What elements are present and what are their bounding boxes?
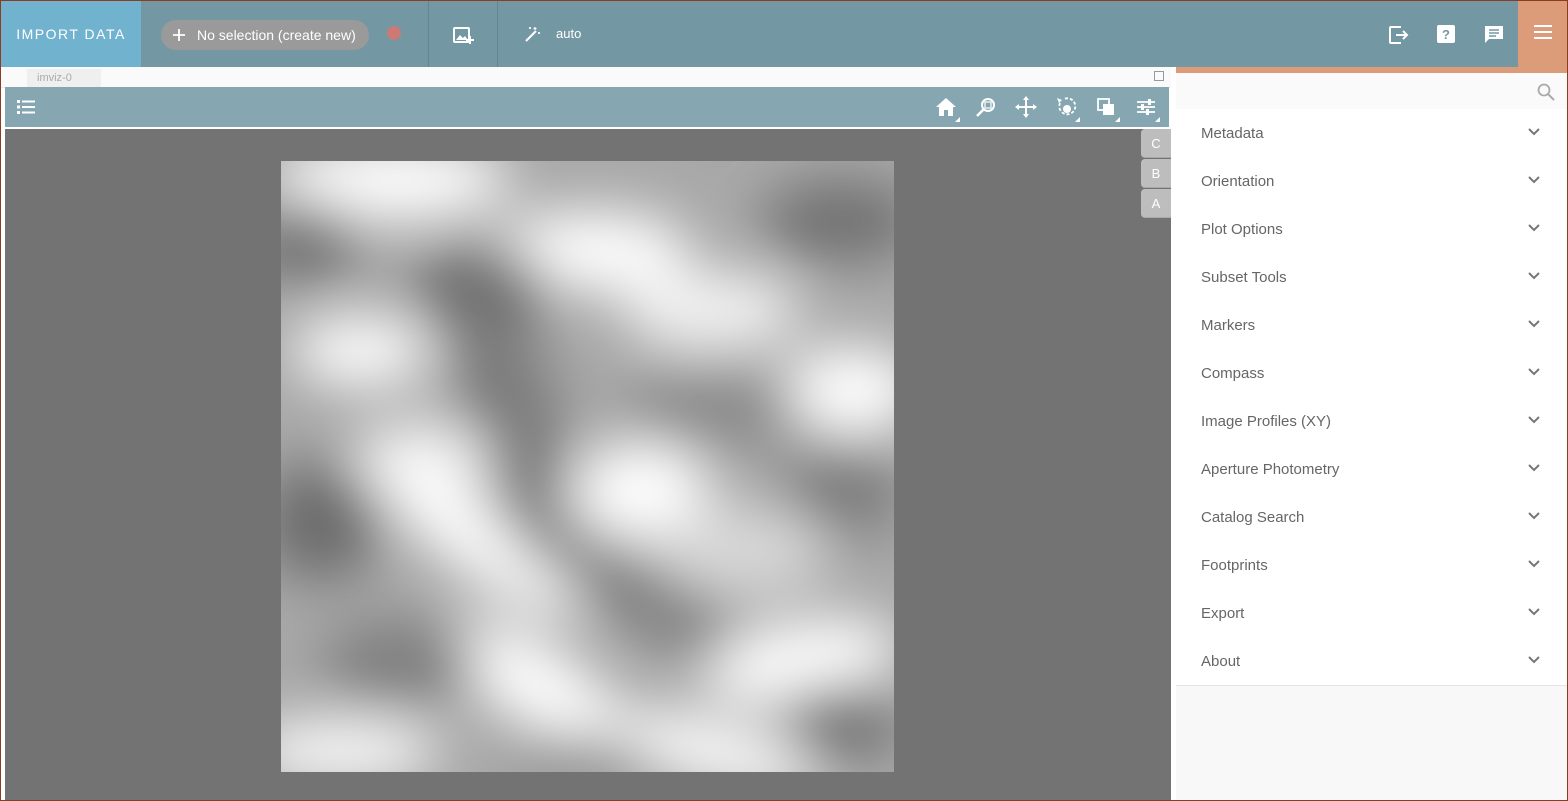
plugin-label: Compass bbox=[1201, 364, 1265, 382]
chevron-down-icon[interactable] bbox=[1527, 172, 1541, 190]
help-icon[interactable]: ? bbox=[1435, 23, 1457, 45]
data-selection-chip[interactable]: No selection (create new) bbox=[161, 20, 369, 50]
plugin-label: About bbox=[1201, 652, 1241, 670]
zoom-box-icon[interactable] bbox=[969, 87, 1003, 127]
layer-a-button[interactable]: A bbox=[1141, 189, 1171, 218]
pan-icon[interactable] bbox=[1009, 87, 1043, 127]
layers-icon[interactable] bbox=[1089, 87, 1123, 127]
plugin-search-input[interactable] bbox=[1176, 73, 1567, 109]
chevron-down-icon[interactable] bbox=[1527, 652, 1541, 670]
chevron-down-icon[interactable] bbox=[1527, 220, 1541, 238]
magic-wand-icon[interactable] bbox=[522, 25, 542, 45]
search-icon[interactable] bbox=[1537, 83, 1555, 106]
menu-icon bbox=[1533, 24, 1553, 45]
plugin-row[interactable]: About bbox=[1176, 637, 1567, 685]
auto-label[interactable]: auto bbox=[556, 26, 581, 41]
plugin-label: Subset Tools bbox=[1201, 268, 1287, 286]
app-window: IMPORT DATA No selection (create new) au… bbox=[0, 0, 1568, 801]
toolbar-divider bbox=[428, 1, 429, 67]
chevron-down-icon[interactable] bbox=[1527, 508, 1541, 526]
settings-sliders-icon[interactable] bbox=[1129, 87, 1163, 127]
plugin-label: Catalog Search bbox=[1201, 508, 1305, 526]
home-icon[interactable] bbox=[929, 87, 963, 127]
import-data-button[interactable]: IMPORT DATA bbox=[1, 1, 141, 67]
plugin-label: Image Profiles (XY) bbox=[1201, 412, 1332, 430]
plugin-row[interactable]: Aperture Photometry bbox=[1176, 445, 1567, 493]
top-app-bar: IMPORT DATA No selection (create new) au… bbox=[1, 1, 1567, 67]
sky-image[interactable] bbox=[281, 161, 894, 772]
plugin-row[interactable]: Orientation bbox=[1176, 157, 1567, 205]
viewer-tab-strip: imviz-0 bbox=[1, 67, 1171, 88]
plugin-row[interactable]: Subset Tools bbox=[1176, 253, 1567, 301]
feedback-icon[interactable] bbox=[1482, 23, 1506, 45]
plugin-label: Markers bbox=[1201, 316, 1256, 334]
chevron-down-icon[interactable] bbox=[1527, 364, 1541, 382]
plugin-row[interactable]: Catalog Search bbox=[1176, 493, 1567, 541]
data-menu-icon[interactable] bbox=[9, 87, 43, 127]
plugin-label: Export bbox=[1201, 604, 1245, 622]
chevron-down-icon[interactable] bbox=[1527, 124, 1541, 142]
chevron-down-icon[interactable] bbox=[1527, 604, 1541, 622]
chevron-down-icon[interactable] bbox=[1527, 460, 1541, 478]
plugin-list: Metadata Orientation Plot Options Subset To… bbox=[1176, 109, 1567, 686]
selection-label: No selection (create new) bbox=[197, 27, 356, 43]
chevron-down-icon[interactable] bbox=[1527, 556, 1541, 574]
plugin-row[interactable]: Compass bbox=[1176, 349, 1567, 397]
rotate-zoom-icon[interactable] bbox=[1049, 87, 1083, 127]
menu-button[interactable] bbox=[1518, 1, 1567, 67]
add-image-icon[interactable] bbox=[450, 22, 476, 48]
plugin-row[interactable]: Plot Options bbox=[1176, 205, 1567, 253]
chevron-down-icon[interactable] bbox=[1527, 412, 1541, 430]
plugin-label: Plot Options bbox=[1201, 220, 1283, 238]
plus-icon bbox=[161, 27, 197, 43]
chevron-down-icon[interactable] bbox=[1527, 268, 1541, 286]
layer-c-button[interactable]: C bbox=[1141, 129, 1171, 158]
chevron-down-icon[interactable] bbox=[1527, 316, 1541, 334]
record-dot-icon[interactable] bbox=[387, 26, 401, 40]
export-icon[interactable] bbox=[1386, 23, 1410, 47]
plugin-row[interactable]: Markers bbox=[1176, 301, 1567, 349]
plugin-row[interactable]: Image Profiles (XY) bbox=[1176, 397, 1567, 445]
plugin-row[interactable]: Footprints bbox=[1176, 541, 1567, 589]
viewer-toolbar bbox=[5, 87, 1169, 129]
layer-b-button[interactable]: B bbox=[1141, 159, 1171, 188]
plugin-tray: Metadata Orientation Plot Options Subset To… bbox=[1176, 67, 1567, 800]
svg-text:?: ? bbox=[1442, 27, 1450, 42]
plugin-label: Footprints bbox=[1201, 556, 1268, 574]
toolbar-divider bbox=[497, 1, 498, 67]
imviz-viewer: imviz-0 C B A bbox=[1, 67, 1171, 800]
plugin-row[interactable]: Metadata bbox=[1176, 109, 1567, 157]
viewer-tab[interactable]: imviz-0 bbox=[27, 69, 101, 87]
maximize-icon[interactable] bbox=[1154, 71, 1164, 81]
plugin-row[interactable]: Export bbox=[1176, 589, 1567, 637]
plugin-label: Orientation bbox=[1201, 172, 1275, 190]
image-canvas[interactable]: C B A bbox=[5, 129, 1171, 800]
plugin-label: Aperture Photometry bbox=[1201, 460, 1340, 478]
plugin-label: Metadata bbox=[1201, 124, 1264, 142]
